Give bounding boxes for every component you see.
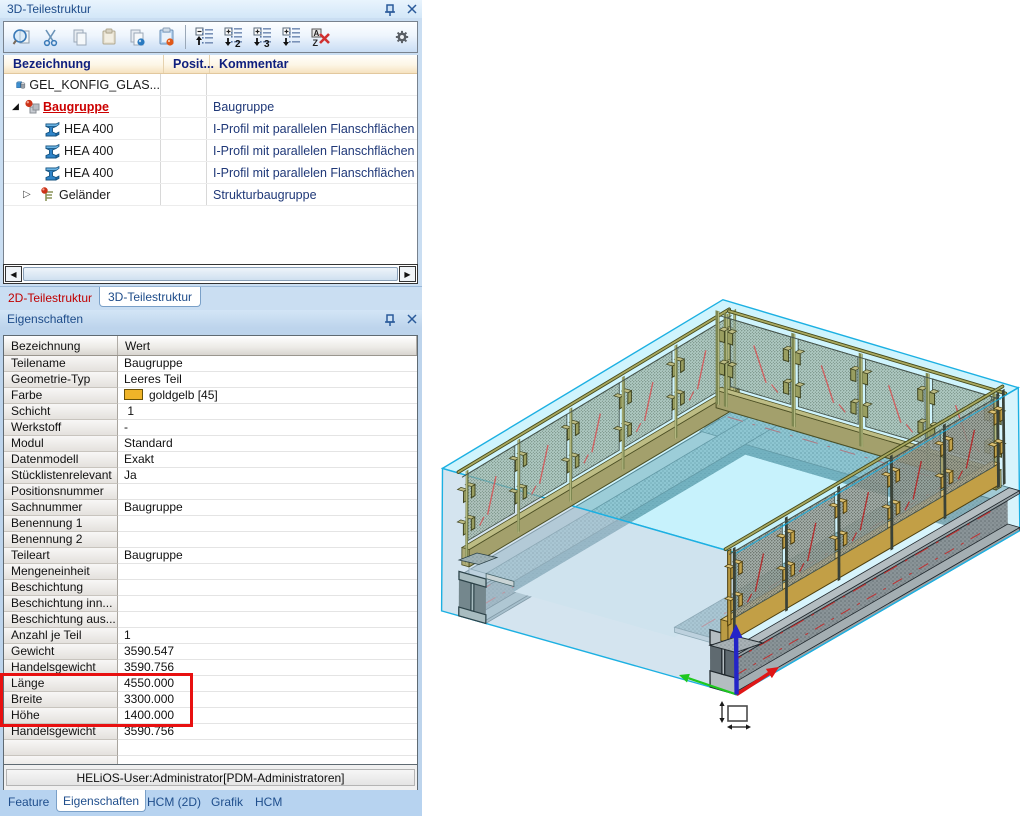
svg-text:A: A <box>314 29 320 38</box>
svg-text:Z: Z <box>313 38 319 48</box>
svg-text:3: 3 <box>264 39 270 48</box>
svg-text:2: 2 <box>235 39 241 48</box>
